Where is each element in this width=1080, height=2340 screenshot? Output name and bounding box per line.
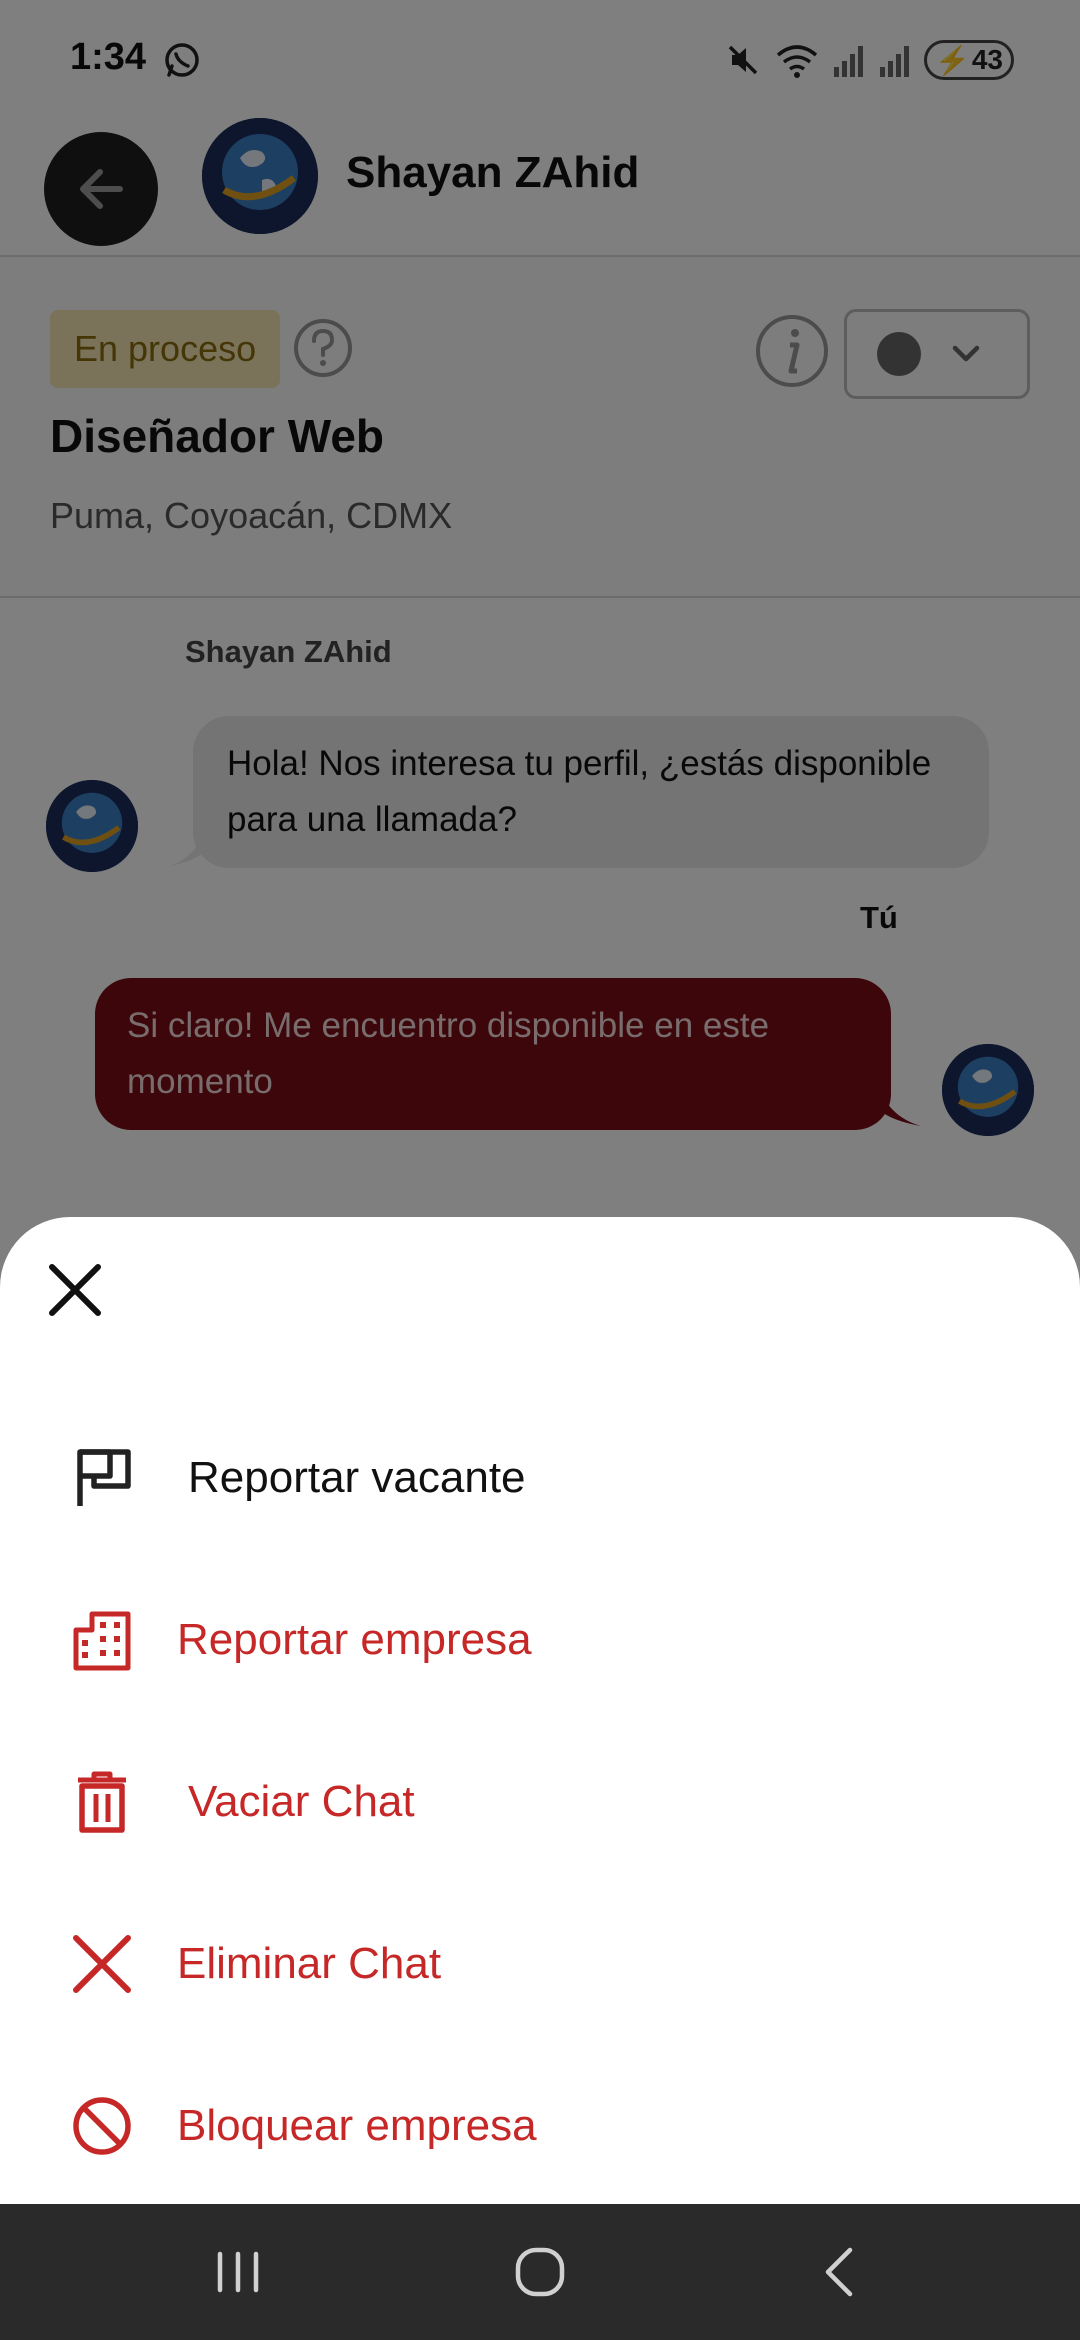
flag-icon (77, 1449, 131, 1506)
x-icon (73, 1935, 131, 1993)
option-label: Vaciar Chat (188, 1777, 415, 1826)
option-label: Eliminar Chat (177, 1939, 442, 1988)
block-icon (73, 2097, 131, 2155)
home-icon[interactable] (510, 2242, 570, 2302)
close-button[interactable] (40, 1255, 110, 1325)
option-bloquear-empresa[interactable]: Bloquear empresa (0, 2061, 1080, 2191)
option-reportar-vacante[interactable]: Reportar vacante (0, 1413, 1080, 1543)
close-icon (49, 1264, 101, 1316)
options-bottom-sheet: Reportar vacante Reportar empresa Vaciar… (0, 1217, 1080, 2204)
option-label: Bloquear empresa (177, 2101, 537, 2150)
option-eliminar-chat[interactable]: Eliminar Chat (0, 1899, 1080, 2029)
recents-icon[interactable] (208, 2242, 268, 2302)
option-label: Reportar vacante (188, 1453, 526, 1502)
building-icon (73, 1611, 131, 1671)
system-nav-bar (0, 2204, 1080, 2340)
option-vaciar-chat[interactable]: Vaciar Chat (0, 1737, 1080, 1867)
option-label: Reportar empresa (177, 1615, 532, 1664)
option-reportar-empresa[interactable]: Reportar empresa (0, 1575, 1080, 1705)
nav-back-icon[interactable] (812, 2242, 872, 2302)
trash-icon (78, 1771, 126, 1833)
